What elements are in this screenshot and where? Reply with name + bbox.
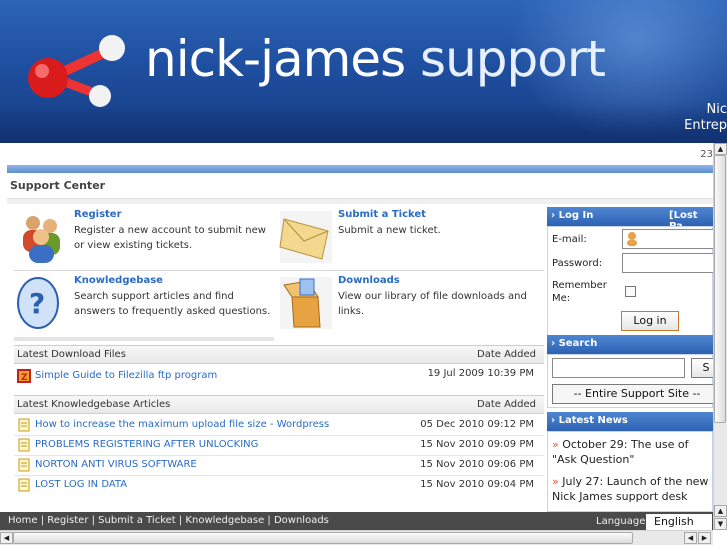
email-label: E-mail: — [552, 234, 587, 245]
tile-knowledgebase-desc: Search support articles and find answers… — [74, 291, 271, 317]
table-row[interactable]: NORTON ANTI VIRUS SOFTWARE 15 Nov 2010 0… — [14, 455, 544, 475]
login-title: › Log In — [551, 210, 594, 221]
article-icon — [18, 458, 30, 472]
remember-checkbox[interactable] — [625, 286, 636, 297]
header-banner: nick-james support Nic Entrep — [0, 0, 727, 143]
brand-title: nick-james support — [145, 30, 606, 88]
language-select[interactable]: English — [646, 514, 712, 530]
question-icon: ? — [17, 277, 59, 329]
news-header: › Latest News — [547, 412, 713, 431]
footer-bar: Home | Register | Submit a Ticket | Know… — [0, 512, 713, 530]
remember-label: Remember Me: — [552, 280, 607, 304]
user-icon — [627, 232, 637, 246]
news-item[interactable]: » July 27: Launch of the new Nick James … — [552, 474, 712, 504]
envelope-icon — [279, 211, 332, 263]
article-icon — [18, 418, 30, 432]
tile-downloads-desc: View our library of file downloads and l… — [338, 291, 527, 317]
search-panel: › Search S -- Entire Support Site -- — [547, 335, 722, 408]
download-date: 19 Jul 2009 10:39 PM — [427, 368, 534, 379]
logo-molecule-icon — [28, 35, 125, 107]
tile-submit-ticket-title[interactable]: Submit a Ticket — [338, 209, 426, 220]
scroll-up-icon[interactable]: ▲ — [714, 505, 727, 517]
kb-article-date: 15 Nov 2010 09:09 PM — [420, 439, 534, 450]
vertical-scroll-thumb[interactable] — [714, 155, 726, 423]
box-icon — [280, 277, 332, 329]
tile-downloads[interactable]: Downloads View our library of file downl… — [278, 275, 538, 337]
sub-bar: 23 — [0, 143, 713, 165]
news-panel: › Latest News » October 29: The use of "… — [547, 412, 713, 512]
tiles-shadow — [14, 337, 274, 341]
tile-register-desc: Register a new account to submit new or … — [74, 225, 266, 251]
tile-knowledgebase[interactable]: ? Knowledgebase Search support articles … — [14, 275, 274, 337]
news-title: › Latest News — [551, 415, 628, 426]
kb-article-link[interactable]: NORTON ANTI VIRUS SOFTWARE — [35, 459, 197, 470]
horizontal-scroll-thumb[interactable] — [13, 532, 633, 544]
search-scope-select[interactable]: -- Entire Support Site -- — [552, 384, 722, 404]
search-title: › Search — [551, 338, 598, 349]
bullet-icon: » — [552, 475, 563, 488]
login-header: › Log In [Lost Pa — [547, 207, 713, 232]
kb-header: Latest Knowledgebase Articles Date Added — [14, 395, 544, 414]
downloads-header: Latest Download Files Date Added — [14, 345, 544, 364]
title-divider — [7, 198, 713, 204]
tagline-line2: Entrep — [684, 118, 727, 133]
users-icon — [23, 216, 60, 263]
table-row[interactable]: How to increase the maximum upload file … — [14, 415, 544, 435]
footer-links[interactable]: Home | Register | Submit a Ticket | Know… — [8, 515, 329, 526]
kb-article-date: 05 Dec 2010 09:12 PM — [420, 419, 534, 430]
bullet-icon: » — [552, 438, 563, 451]
table-row[interactable]: LOST LOG IN DATA 15 Nov 2010 09:04 PM — [14, 475, 544, 495]
login-button[interactable]: Log in — [621, 311, 679, 331]
table-row[interactable]: Z Simple Guide to Filezilla ftp program … — [14, 366, 544, 386]
svg-text:Z: Z — [21, 373, 28, 383]
language-label: Language: — [596, 516, 649, 527]
tile-submit-ticket[interactable]: Submit a Ticket Submit a new ticket. — [278, 209, 538, 271]
kb-header-date: Date Added — [477, 399, 536, 410]
filezilla-icon: Z — [17, 369, 31, 383]
page-title: Support Center — [10, 179, 106, 192]
tiles-divider — [14, 270, 544, 271]
scroll-right-icon[interactable]: ▶ — [698, 532, 711, 544]
kb-article-link[interactable]: How to increase the maximum upload file … — [35, 419, 329, 430]
news-body: » October 29: The use of "Ask Question" … — [547, 431, 713, 512]
tile-register[interactable]: Register Register a new account to submi… — [14, 209, 274, 271]
downloads-header-title: Latest Download Files — [17, 349, 126, 360]
tagline-line1: Nic — [706, 102, 727, 117]
email-field[interactable] — [622, 229, 722, 249]
counter-text: 23 — [700, 149, 713, 160]
download-link[interactable]: Simple Guide to Filezilla ftp program — [35, 370, 217, 381]
tile-submit-ticket-desc: Submit a new ticket. — [338, 225, 441, 236]
scroll-left-icon[interactable]: ◀ — [684, 532, 697, 544]
kb-article-date: 15 Nov 2010 09:04 PM — [420, 479, 534, 490]
password-field[interactable] — [622, 253, 722, 273]
kb-article-link[interactable]: LOST LOG IN DATA — [35, 479, 127, 490]
password-label: Password: — [552, 258, 603, 269]
article-icon — [18, 478, 30, 492]
login-panel: › Log In [Lost Pa E-mail: Password: Reme… — [547, 207, 722, 341]
blue-stripe — [7, 165, 713, 173]
tile-register-title[interactable]: Register — [74, 209, 122, 220]
news-item[interactable]: » October 29: The use of "Ask Question" — [552, 437, 712, 467]
downloads-header-date: Date Added — [477, 349, 536, 360]
article-icon — [18, 438, 30, 452]
scroll-left-icon[interactable]: ◀ — [0, 532, 13, 544]
tile-downloads-title[interactable]: Downloads — [338, 275, 400, 286]
search-body: S -- Entire Support Site -- — [547, 354, 722, 408]
table-row[interactable]: PROBLEMS REGISTERING AFTER UNLOCKING 15 … — [14, 435, 544, 455]
search-header: › Search — [547, 335, 713, 354]
tile-knowledgebase-title[interactable]: Knowledgebase — [74, 275, 163, 286]
search-input[interactable] — [552, 358, 685, 378]
kb-article-date: 15 Nov 2010 09:06 PM — [420, 459, 534, 470]
svg-text:?: ? — [29, 287, 45, 320]
login-body: E-mail: Password: Remember Me: Log in — [547, 226, 722, 341]
kb-header-title: Latest Knowledgebase Articles — [17, 399, 171, 410]
kb-article-link[interactable]: PROBLEMS REGISTERING AFTER UNLOCKING — [35, 439, 258, 450]
scroll-down-icon[interactable]: ▼ — [714, 518, 727, 530]
scroll-up-icon[interactable]: ▲ — [714, 143, 727, 155]
